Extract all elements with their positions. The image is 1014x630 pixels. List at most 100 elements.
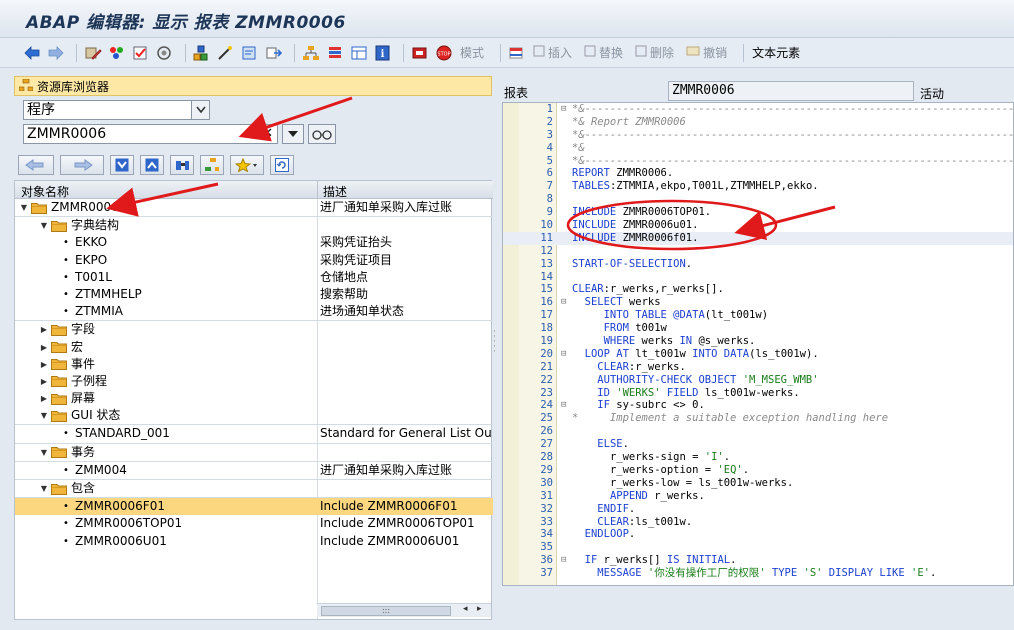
scroll-left-icon[interactable]: ◂ <box>463 604 468 614</box>
collapsed-caret-icon[interactable]: ▶ <box>39 339 49 356</box>
layout-icon[interactable] <box>349 43 369 63</box>
hierarchy-icon[interactable] <box>301 43 321 63</box>
code-line[interactable]: 23 ID 'WERKS' FIELD ls_t001w-werks. <box>503 387 1013 400</box>
code-line[interactable]: 20 ⊟ LOOP AT lt_t001w INTO DATA(ls_t001w)… <box>503 348 1013 361</box>
expanded-caret-icon[interactable]: ▼ <box>39 217 49 234</box>
debug-icon[interactable] <box>410 43 430 63</box>
stack-icon[interactable] <box>325 43 345 63</box>
collapsed-caret-icon[interactable]: ▶ <box>39 356 49 373</box>
code-line[interactable]: 17 INTO TABLE @DATA(lt_t001w) <box>503 309 1013 322</box>
repository-browser-header[interactable]: 资源库浏览器 <box>14 76 492 96</box>
tree-leaf-row[interactable]: • T001L 仓储地点 <box>15 269 493 286</box>
tree-folder-row[interactable]: ▶ 子例程 <box>15 373 493 390</box>
code-line[interactable]: 14 <box>503 271 1013 284</box>
expanded-caret-icon[interactable]: ▼ <box>39 444 49 461</box>
info-icon[interactable]: i <box>373 43 393 63</box>
fold-toggle-icon[interactable]: ⊟ <box>561 296 571 309</box>
tree-node[interactable]: • ZMMR0006U01 <box>61 533 167 550</box>
code-line[interactable]: 12 <box>503 245 1013 258</box>
fold-toggle-icon[interactable]: ⊟ <box>561 554 571 567</box>
column-header-description[interactable]: 描述 <box>323 183 347 200</box>
undo-button[interactable]: 撤销 <box>686 44 727 61</box>
collapsed-caret-icon[interactable]: ▶ <box>39 373 49 390</box>
object-list-icon[interactable] <box>192 43 212 63</box>
column-header-name[interactable]: 对象名称 <box>21 183 69 200</box>
pattern-wand-icon[interactable] <box>216 43 236 63</box>
tree-node[interactable]: ▼ 包含 <box>39 480 95 497</box>
tree-node[interactable]: ▶ 子例程 <box>39 373 107 390</box>
horizontal-scrollbar[interactable]: ::: ◂ ▸ <box>317 603 491 617</box>
back-arrow-icon[interactable] <box>22 43 42 63</box>
insert-row-icon[interactable] <box>507 43 527 63</box>
code-line[interactable]: 26 <box>503 425 1013 438</box>
code-line[interactable]: 21 CLEAR:r_werks. <box>503 361 1013 374</box>
code-line[interactable]: 3 *&-------------------------------------… <box>503 129 1013 142</box>
expanded-caret-icon[interactable]: ▼ <box>39 480 49 497</box>
display-change-icon[interactable] <box>83 43 103 63</box>
code-line[interactable]: 35 <box>503 541 1013 554</box>
chevron-down-icon[interactable] <box>191 101 209 119</box>
code-line[interactable]: 8 <box>503 193 1013 206</box>
previous-object-button[interactable] <box>18 155 54 175</box>
code-line[interactable]: 37 MESSAGE '你没有操作工厂的权限' TYPE 'S' DISPLAY… <box>503 567 1013 580</box>
code-line[interactable]: 25 * Implement a suitable exception handl… <box>503 412 1013 425</box>
replace-button[interactable]: 替换 <box>584 44 623 61</box>
code-line[interactable]: 6 REPORT ZMMR0006. <box>503 167 1013 180</box>
tree-node[interactable]: • ZMMR0006TOP01 <box>61 515 182 532</box>
tree-leaf-row[interactable]: • ZMM004 进厂通知单采购入库过账 <box>15 462 493 479</box>
next-object-button[interactable] <box>60 155 104 175</box>
insert-button[interactable]: 插入 <box>533 44 572 61</box>
clear-icon[interactable]: ✕ <box>262 125 273 143</box>
code-line[interactable]: 9 INCLUDE ZMMR0006TOP01. <box>503 206 1013 219</box>
activate-icon[interactable] <box>107 43 127 63</box>
tree-folder-row[interactable]: ▶ 事件 <box>15 356 493 373</box>
expanded-caret-icon[interactable]: ▼ <box>19 199 29 216</box>
tree-leaf-row[interactable]: • STANDARD_001 Standard for General List O… <box>15 425 493 442</box>
tree-node[interactable]: • EKPO <box>61 252 107 269</box>
tree-node[interactable]: • T001L <box>61 269 112 286</box>
tree-node[interactable]: • ZTMMHELP <box>61 286 142 303</box>
tree-node[interactable]: • ZMMR0006F01 <box>61 498 165 515</box>
hierarchy-button[interactable] <box>200 155 224 175</box>
code-line[interactable]: 16 ⊟ SELECT werks <box>503 296 1013 309</box>
tree-folder-row[interactable]: ▶ 字段 <box>15 321 493 338</box>
code-line[interactable]: 24 ⊟ IF sy-subrc <> 0. <box>503 399 1013 412</box>
fold-toggle-icon[interactable]: ⊟ <box>561 348 571 361</box>
tree-leaf-row[interactable]: • ZMMR0006U01 Include ZMMR0006U01 <box>15 533 493 550</box>
tree-leaf-row[interactable]: • ZTMMHELP 搜索帮助 <box>15 286 493 303</box>
code-line[interactable]: 4 *& <box>503 142 1013 155</box>
collapsed-caret-icon[interactable]: ▶ <box>39 321 49 338</box>
tree-folder-row[interactable]: ▶ 宏 <box>15 339 493 356</box>
code-line[interactable]: 34 ENDLOOP. <box>503 528 1013 541</box>
code-line[interactable]: 31 APPEND r_werks. <box>503 490 1013 503</box>
tree-folder-row[interactable]: ▼ 包含 <box>15 480 493 497</box>
column-divider[interactable] <box>317 181 318 199</box>
code-line[interactable]: 29 r_werks-option = 'EQ'. <box>503 464 1013 477</box>
tree-node[interactable]: ▶ 事件 <box>39 356 95 373</box>
tree-node[interactable]: • EKKO <box>61 234 107 251</box>
fold-toggle-icon[interactable]: ⊟ <box>561 399 571 412</box>
tree-node[interactable]: • STANDARD_001 <box>61 425 170 442</box>
code-line[interactable]: 2 *& Report ZMMR0006 <box>503 116 1013 129</box>
scrollbar-thumb[interactable]: ::: <box>321 606 451 616</box>
code-line[interactable]: 30 r_werks-low = ls_t001w-werks. <box>503 477 1013 490</box>
tree-leaf-row[interactable]: • EKKO 采购凭证抬头 <box>15 234 493 251</box>
code-line[interactable]: 15 CLEAR:r_werks,r_werks[]. <box>503 283 1013 296</box>
code-line[interactable]: 32 ENDIF. <box>503 503 1013 516</box>
pretty-printer-icon[interactable] <box>240 43 260 63</box>
fold-toggle-icon[interactable]: ⊟ <box>561 103 571 116</box>
tree-folder-row[interactable]: ▼ ZMMR0006 进厂通知单采购入库过账 <box>15 199 493 216</box>
tree-folder-row[interactable]: ▶ 屏幕 <box>15 390 493 407</box>
code-line[interactable]: 10 INCLUDE ZMMR0006u01. <box>503 219 1013 232</box>
code-line[interactable]: 13 START-OF-SELECTION. <box>503 258 1013 271</box>
check-icon[interactable] <box>131 43 151 63</box>
tree-node[interactable]: ▼ GUI 状态 <box>39 407 121 424</box>
tree-leaf-row[interactable]: • EKPO 采购凭证项目 <box>15 252 493 269</box>
code-line[interactable]: 7 TABLES:ZTMMIA,ekpo,T001L,ZTMMHELP,ekko. <box>503 180 1013 193</box>
tree-node[interactable]: • ZMM004 <box>61 462 127 479</box>
forward-arrow-icon[interactable] <box>46 43 66 63</box>
object-type-select[interactable]: 程序 <box>23 100 210 120</box>
tree-node[interactable]: ▶ 宏 <box>39 339 83 356</box>
tree-node[interactable]: • ZTMMIA <box>61 303 123 320</box>
history-dropdown-button[interactable] <box>282 124 304 144</box>
